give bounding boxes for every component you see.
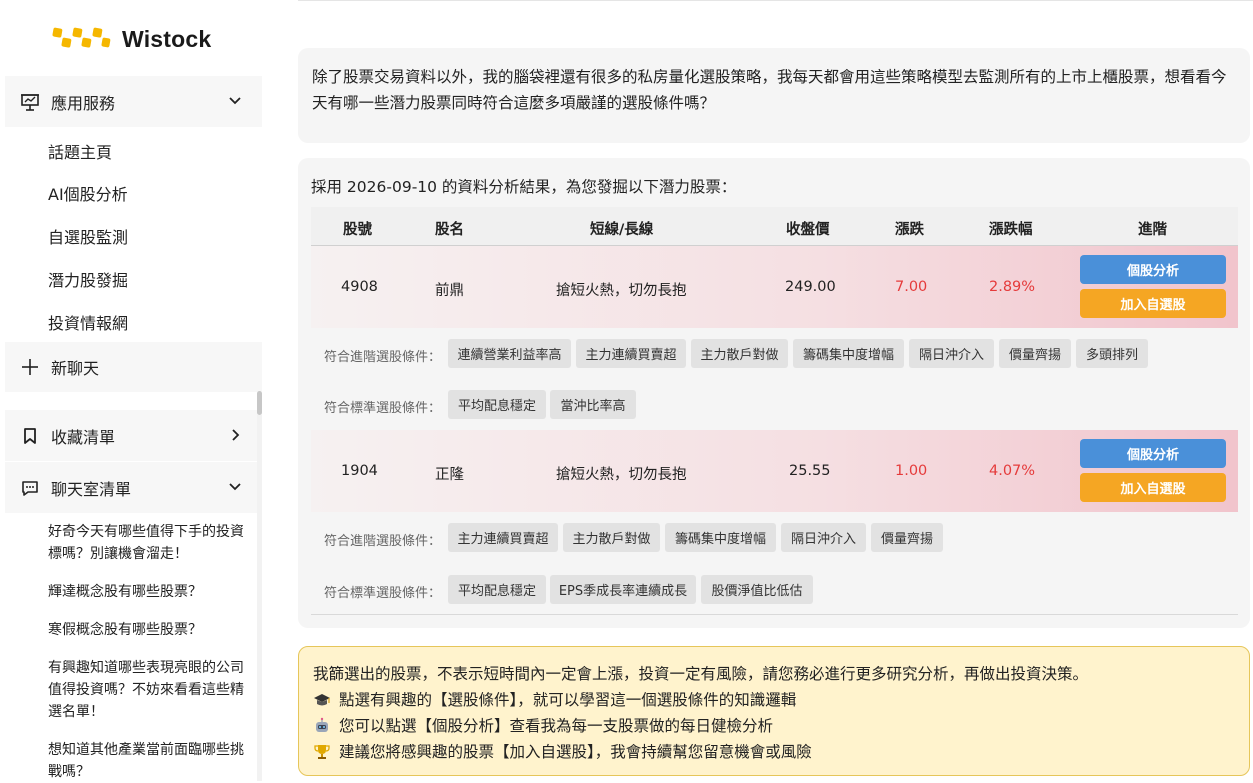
sidebar-scrollbar-thumb[interactable] — [257, 391, 262, 415]
chat-history-item[interactable]: 輝達概念股有哪些股票？ — [48, 581, 253, 603]
condition-tag[interactable]: 主力散戶對做 — [691, 339, 788, 368]
presentation-icon — [19, 91, 41, 113]
user-message-bubble: 除了股票交易資料以外，我的腦袋裡還有很多的私房量化選股策略，我每天都會用這些策略… — [298, 48, 1250, 143]
sidebar-item-topics[interactable]: 話題主頁 — [48, 139, 112, 163]
notice-line: 我篩選出的股票，不表示短時間內一定會上漲，投資一定有風險，請您務必進行更多研究分… — [313, 661, 1235, 687]
col-header-change: 漲跌 — [895, 222, 924, 238]
sidebar-section-label: 聊天室清單 — [51, 479, 132, 499]
table-bottom-divider — [311, 614, 1238, 615]
sidebar-item-investment-news[interactable]: 投資情報網 — [48, 310, 128, 334]
add-to-watchlist-button[interactable]: 加入自選股 — [1080, 473, 1226, 502]
notice-tip-text: 您可以點選【個股分析】查看我為每一支股票做的每日健檢分析 — [339, 717, 774, 735]
sidebar-section-favorites[interactable]: 收藏清單 — [5, 410, 262, 461]
stock-change: 1.00 — [895, 463, 928, 479]
condition-tag[interactable]: 價量齊揚 — [871, 523, 943, 552]
condition-tag[interactable]: 主力連續買賣超 — [448, 523, 558, 552]
chat-bubble-icon — [19, 477, 41, 499]
col-header-advanced: 進階 — [1138, 222, 1167, 238]
condition-tag[interactable]: 價量齊揚 — [999, 339, 1071, 368]
condition-tag[interactable]: 隔日沖介入 — [781, 523, 866, 552]
sidebar-section-label: 收藏清單 — [51, 427, 116, 447]
robot-icon — [313, 717, 331, 735]
standard-conditions-label: 符合標準選股條件： — [324, 586, 442, 601]
notice-line: 點選有興趣的【選股條件】，就可以學習這一個選股條件的知識邏輯 — [313, 687, 1235, 713]
standard-conditions-label: 符合標準選股條件： — [324, 401, 442, 416]
condition-tag[interactable]: 平均配息穩定 — [448, 575, 546, 604]
col-header-pct: 漲跌幅 — [989, 222, 1033, 238]
sidebar-scrollbar-track[interactable] — [257, 415, 262, 781]
advanced-conditions-label: 符合進階選股條件： — [324, 350, 442, 365]
stock-change-pct: 2.89% — [989, 279, 1036, 295]
wistock-logo-icon — [52, 27, 111, 48]
result-intro-text: 採用 2026-09-10 的資料分析結果，為您發掘以下潛力股票： — [311, 178, 737, 196]
stock-close: 25.55 — [789, 463, 831, 479]
stock-analysis-button[interactable]: 個股分析 — [1080, 439, 1226, 468]
col-header-code: 股號 — [343, 222, 372, 238]
condition-tag[interactable]: 籌碼集中度增幅 — [665, 523, 776, 552]
stock-analysis-button[interactable]: 個股分析 — [1080, 255, 1226, 284]
new-chat-label: 新聊天 — [51, 359, 100, 378]
top-divider — [298, 0, 1253, 1]
notice-line: 您可以點選【個股分析】查看我為每一支股票做的每日健檢分析 — [313, 713, 1235, 739]
sidebar-item-ai-stock-analysis[interactable]: AI個股分析 — [48, 181, 128, 205]
stock-term: 搶短火熱，切勿長抱 — [556, 467, 687, 483]
condition-tag[interactable]: 主力散戶對做 — [563, 523, 660, 552]
stock-name: 前鼎 — [435, 283, 464, 299]
stock-change-pct: 4.07% — [989, 463, 1036, 479]
stock-change: 7.00 — [895, 279, 928, 295]
advanced-conditions-label: 符合進階選股條件： — [324, 534, 442, 549]
sidebar: Wistock 應用服務 話題主頁 AI個股分析 自選股監測 潛力股發掘 投資情… — [0, 0, 270, 781]
notice-tip-text: 建議您將感興趣的股票【加入自選股】，我會持續幫您留意機會或風險 — [339, 743, 812, 761]
stock-code: 4908 — [341, 279, 378, 295]
new-chat-button[interactable]: 新聊天 — [5, 342, 262, 392]
chat-history-item[interactable]: 寒假概念股有哪些股票？ — [48, 619, 253, 641]
stock-close: 249.00 — [785, 279, 836, 295]
sidebar-section-label: 應用服務 — [51, 93, 116, 113]
condition-tag[interactable]: 籌碼集中度增幅 — [793, 339, 904, 368]
col-header-close: 收盤價 — [786, 222, 830, 238]
condition-tag[interactable]: 平均配息穩定 — [448, 390, 546, 419]
condition-tag[interactable]: 當沖比率高 — [550, 390, 636, 419]
trophy-icon — [313, 743, 331, 761]
col-header-term: 短線/長線 — [590, 222, 654, 238]
stock-name: 正隆 — [435, 467, 464, 483]
condition-tag[interactable]: 連續營業利益率高 — [448, 339, 571, 368]
condition-tag[interactable]: 隔日沖介入 — [909, 339, 994, 368]
condition-tag[interactable]: 多頭排列 — [1076, 339, 1148, 368]
plus-icon — [19, 356, 41, 378]
chevron-down-icon — [229, 483, 241, 491]
add-to-watchlist-button[interactable]: 加入自選股 — [1080, 289, 1226, 318]
notice-disclaimer-text: 我篩選出的股票，不表示短時間內一定會上漲，投資一定有風險，請您務必進行更多研究分… — [313, 665, 1089, 683]
condition-tag[interactable]: 股價淨值比低估 — [701, 575, 813, 604]
risk-notice-box: 我篩選出的股票，不表示短時間內一定會上漲，投資一定有風險，請您務必進行更多研究分… — [298, 646, 1250, 776]
brand-logo[interactable]: Wistock — [52, 22, 211, 56]
chevron-right-icon — [232, 429, 240, 441]
sidebar-item-potential-stocks[interactable]: 潛力股發掘 — [48, 267, 128, 291]
condition-tag[interactable]: 主力連續買賣超 — [576, 339, 686, 368]
brand-name: Wistock — [122, 25, 212, 52]
sidebar-item-watchlist-monitor[interactable]: 自選股監測 — [48, 224, 128, 248]
sidebar-section-services[interactable]: 應用服務 — [5, 76, 262, 127]
chevron-down-icon — [229, 97, 241, 105]
stock-code: 1904 — [341, 463, 378, 479]
col-header-name: 股名 — [435, 222, 464, 238]
condition-tag[interactable]: EPS季成長率連續成長 — [550, 575, 696, 604]
stock-term: 搶短火熱，切勿長抱 — [556, 283, 687, 299]
graduation-cap-icon — [313, 691, 331, 709]
notice-line: 建議您將感興趣的股票【加入自選股】，我會持續幫您留意機會或風險 — [313, 739, 1235, 765]
bookmark-icon — [19, 425, 41, 447]
chat-history-item[interactable]: 好奇今天有哪些值得下手的投資標嗎？別讓機會溜走！ — [48, 521, 253, 565]
chat-history-item[interactable]: 想知道其他產業當前面臨哪些挑戰嗎？ — [48, 739, 253, 783]
notice-tip-text: 點選有興趣的【選股條件】，就可以學習這一個選股條件的知識邏輯 — [339, 691, 797, 709]
chat-history-item[interactable]: 有興趣知道哪些表現亮眼的公司值得投資嗎？不妨來看看這些精選名單！ — [48, 657, 253, 723]
sidebar-section-chatrooms[interactable]: 聊天室清單 — [5, 462, 262, 513]
